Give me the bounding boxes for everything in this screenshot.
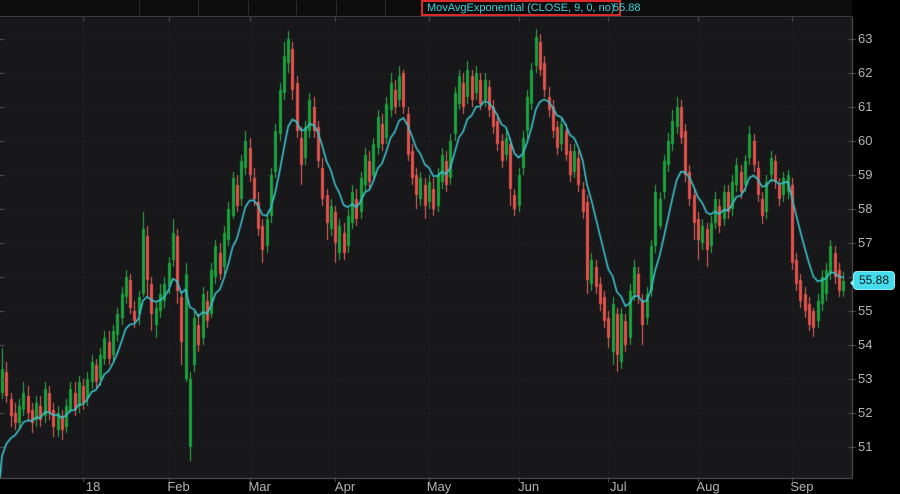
- chart-header-strip: MovAvgExponential (CLOSE, 9, 0, no) 55.8…: [0, 0, 852, 17]
- indicator-label-box[interactable]: MovAvgExponential (CLOSE, 9, 0, no): [421, 0, 621, 16]
- time-axis-label: Apr: [335, 479, 355, 494]
- header-divider: [198, 1, 199, 15]
- header-divider: [336, 1, 337, 15]
- time-axis-label: Aug: [696, 479, 719, 494]
- chart-window: MovAvgExponential (CLOSE, 9, 0, no) 55.8…: [0, 0, 900, 494]
- price-axis-label: 51: [858, 439, 872, 455]
- price-axis-label: 55: [858, 303, 872, 319]
- price-axis-label: 60: [858, 133, 872, 149]
- price-axis-label: 53: [858, 371, 872, 387]
- price-axis-label: 54: [858, 337, 872, 353]
- price-axis-label: 58: [858, 201, 872, 217]
- time-axis-label: Sep: [790, 479, 813, 494]
- indicator-last-value: 55.88: [613, 2, 641, 14]
- header-divider: [248, 1, 249, 15]
- time-axis-label: Mar: [248, 479, 270, 494]
- header-divider: [385, 1, 386, 15]
- time-axis-label: Jul: [610, 479, 627, 494]
- header-divider: [139, 1, 140, 15]
- time-axis-label: May: [427, 479, 452, 494]
- time-axis-label: Feb: [167, 479, 189, 494]
- time-axis-label: 18: [86, 479, 100, 494]
- price-axis-label: 59: [858, 167, 872, 183]
- price-axis-label: 52: [858, 405, 872, 421]
- candlestick-chart-canvas[interactable]: [0, 0, 900, 494]
- price-axis-label: 63: [858, 31, 872, 47]
- time-axis-label: Jun: [518, 479, 539, 494]
- price-axis-label: 62: [858, 65, 872, 81]
- ema-value-badge: 55.88: [853, 271, 895, 290]
- header-divider: [296, 1, 297, 15]
- price-axis-label: 61: [858, 99, 872, 115]
- indicator-label[interactable]: MovAvgExponential (CLOSE, 9, 0, no): [427, 3, 615, 14]
- price-axis-label: 57: [858, 235, 872, 251]
